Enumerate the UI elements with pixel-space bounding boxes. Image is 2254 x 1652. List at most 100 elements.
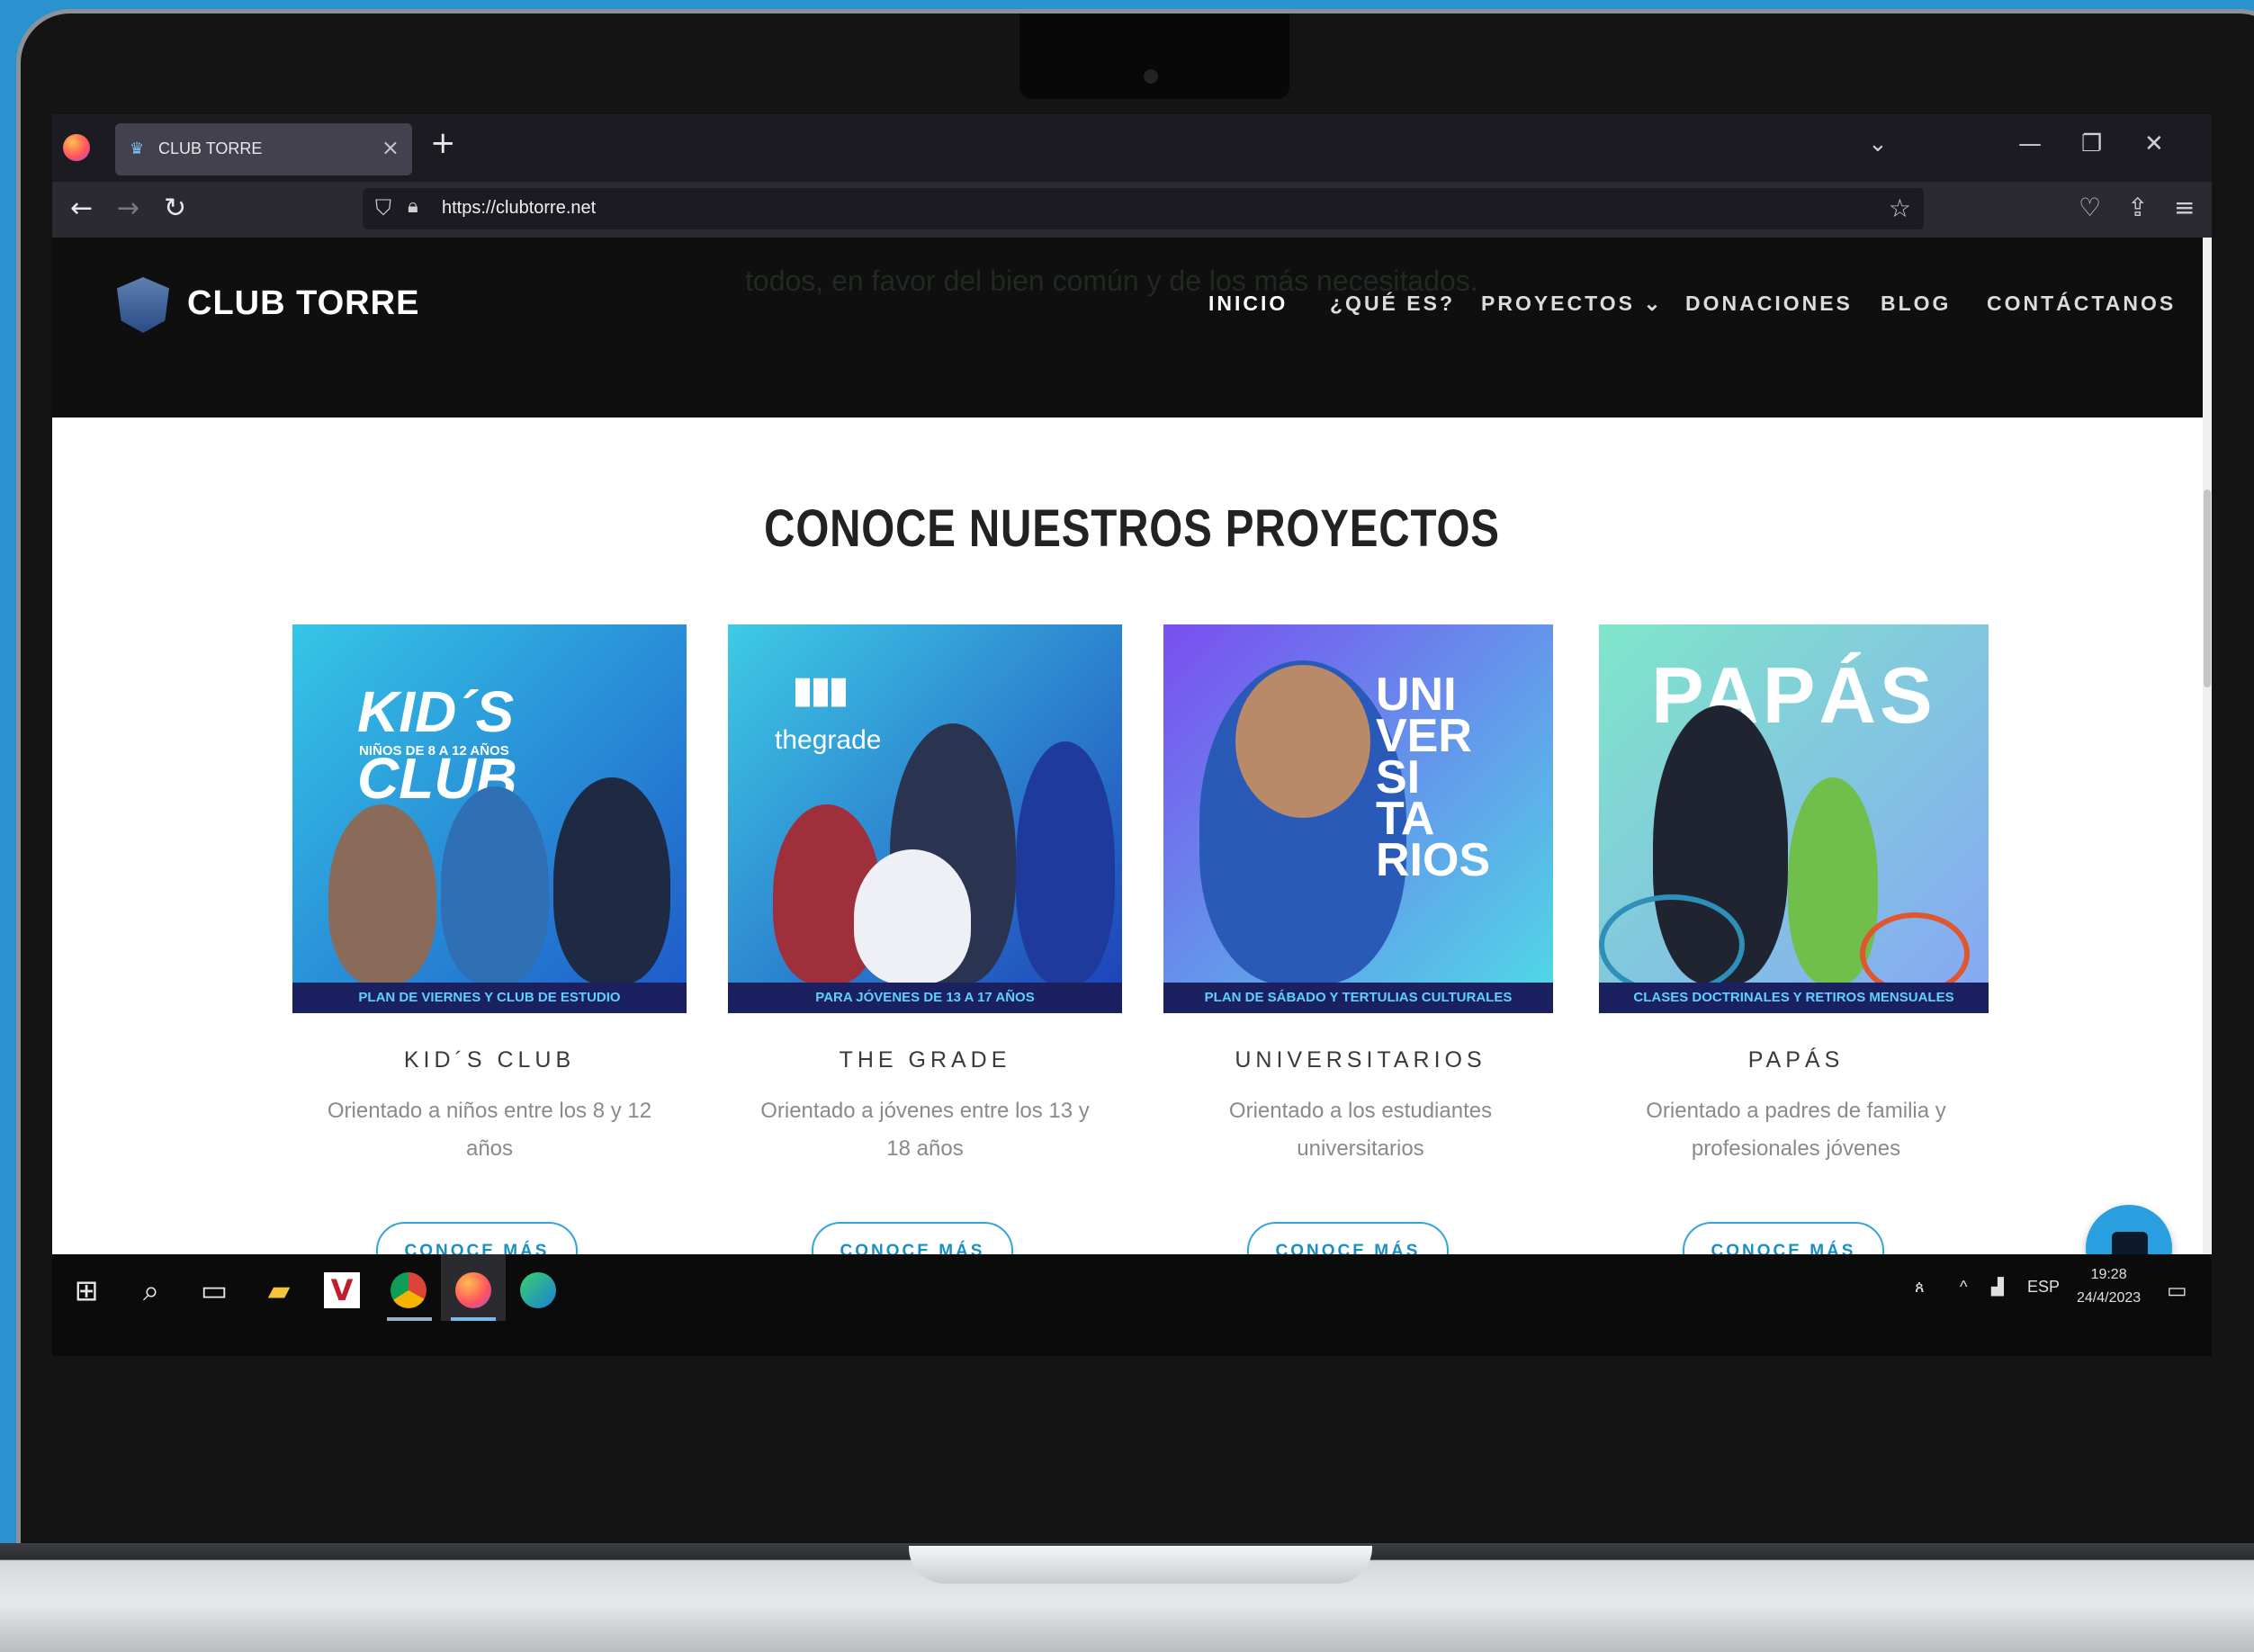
universitarios-name: UNIVERSITARIOS: [1235, 1047, 1486, 1073]
section-title: CONOCE NUESTROS PROYECTOS: [764, 499, 1500, 558]
child-figure: [441, 786, 549, 984]
clock-time: 19:28: [2090, 1267, 2127, 1282]
camera-icon: [1144, 69, 1158, 84]
kids-club-description-line1: Orientado a niños entre los 8 y 12: [327, 1099, 652, 1123]
child-figure: [553, 777, 670, 984]
universitarios-description-line1: Orientado a los estudiantes: [1228, 1099, 1493, 1123]
camera-notch: [1019, 13, 1289, 99]
kids-club-conoce-mas-button[interactable]: CONOCE MÁS: [376, 1222, 578, 1254]
restore-button[interactable]: ❐: [2081, 130, 2102, 157]
notifications-icon[interactable]: ▭: [2167, 1278, 2187, 1304]
papas-description-line2: profesionales jóvenes: [1691, 1136, 1901, 1161]
firefox-running-indicator: [451, 1317, 496, 1321]
task-view-icon[interactable]: ▭: [196, 1272, 232, 1308]
title-line: RIOS: [1376, 834, 1491, 886]
the-grade-band: PARA JÓVENES DE 13 A 17 AÑOS: [728, 983, 1122, 1013]
file-explorer-icon[interactable]: ▰: [261, 1272, 297, 1308]
the-grade-name: THE GRADE: [839, 1047, 1011, 1073]
universitarios-description: Orientado a los estudiantes universitari…: [1163, 1092, 1558, 1168]
webpage: CLUB TORRE todos, en favor del bien comú…: [52, 238, 2212, 1254]
menu-item-inicio[interactable]: INICIO: [1208, 292, 1288, 316]
universitarios-image[interactable]: UNI VER SI TA RIOS PLAN DE SÁBADO Y TERT…: [1163, 624, 1553, 1013]
the-grade-description-line1: Orientado a jóvenes entre los 13 y: [760, 1099, 1090, 1123]
windows-start-icon[interactable]: ⊞: [68, 1272, 104, 1308]
url-text[interactable]: https://clubtorre.net: [442, 198, 596, 219]
child-figure: [328, 804, 436, 984]
menu-item-contactanos[interactable]: CONTÁCTANOS: [1987, 292, 2176, 316]
papas-name: PAPÁS: [1747, 1047, 1845, 1073]
menu-item-donaciones[interactable]: DONACIONES: [1685, 292, 1853, 316]
kids-club-description-line2: años: [465, 1136, 514, 1161]
site-header: CLUB TORRE todos, en favor del bien comú…: [52, 238, 2212, 417]
chrome-running-indicator: [387, 1317, 432, 1321]
papas-description-line1: Orientado a padres de familia y: [1646, 1099, 1946, 1123]
favicon-icon: ♛: [130, 139, 145, 158]
club-torre-logo-icon[interactable]: [117, 277, 169, 333]
bookmark-star-icon[interactable]: ☆: [1889, 193, 1911, 223]
screen: ♛ CLUB TORRE × + ⌄ — ❐ ✕ ← → ↻ ⛉ 🔒︎ http…: [52, 114, 2212, 1356]
close-window-button[interactable]: ✕: [2144, 130, 2164, 157]
menu-icon[interactable]: ≡: [2174, 193, 2195, 222]
edge-icon[interactable]: [520, 1272, 556, 1308]
browser-tab-bar: ♛ CLUB TORRE × + ⌄ — ❐ ✕: [52, 114, 2212, 182]
firefox-taskbar-icon[interactable]: [455, 1272, 491, 1308]
universitarios-conoce-mas-button[interactable]: CONOCE MÁS: [1247, 1222, 1449, 1254]
laptop-hinge: [909, 1546, 1372, 1584]
network-icon[interactable]: ▟: [1991, 1278, 2004, 1297]
browser-nav-bar: ← → ↻ ⛉ 🔒︎ https://clubtorre.net ☆ ♡ ⇪ ≡: [52, 182, 2212, 238]
chrome-icon[interactable]: [391, 1272, 427, 1308]
back-arrow-icon[interactable]: ←: [70, 193, 93, 224]
menu-item-que-es[interactable]: ¿QUÉ ES?: [1330, 292, 1455, 316]
kids-club-description: Orientado a niños entre los 8 y 12 años: [292, 1092, 687, 1168]
pocket-icon[interactable]: ♡: [2079, 193, 2101, 222]
kids-club-image-subtitle: NIÑOS DE 8 A 12 AÑOS: [359, 743, 509, 759]
menu-item-proyectos[interactable]: PROYECTOS ⌄: [1481, 292, 1664, 316]
site-logo-text[interactable]: CLUB TORRE: [187, 284, 419, 323]
people-icon[interactable]: ጰ: [1915, 1278, 1925, 1297]
new-tab-button[interactable]: +: [430, 125, 456, 161]
app-v-icon[interactable]: V: [324, 1272, 360, 1308]
firefox-icon[interactable]: [63, 134, 90, 161]
search-icon[interactable]: ⌕: [133, 1272, 169, 1308]
kids-club-name: KID´S CLUB: [403, 1047, 576, 1073]
language-indicator[interactable]: ESP: [2027, 1278, 2060, 1297]
student-face: [1235, 665, 1370, 818]
universitarios-image-title: UNI VER SI TA RIOS: [1376, 671, 1491, 886]
menu-item-blog[interactable]: BLOG: [1881, 292, 1951, 316]
clock[interactable]: 19:28 24/4/2023: [2077, 1263, 2141, 1310]
youth-figure: [1016, 741, 1115, 984]
the-grade-description: Orientado a jóvenes entre los 13 y 18 añ…: [728, 1092, 1122, 1168]
the-grade-conoce-mas-button[interactable]: CONOCE MÁS: [812, 1222, 1013, 1254]
scrollbar-thumb[interactable]: [2204, 489, 2211, 687]
lock-icon[interactable]: 🔒︎: [408, 195, 418, 218]
papas-image[interactable]: PAPÁS CLASES DOCTRINALES Y RETIROS MENSU…: [1599, 624, 1989, 1013]
list-all-tabs-icon[interactable]: ⌄: [1868, 130, 1888, 157]
close-tab-icon[interactable]: ×: [382, 135, 400, 160]
bicycle-wheel-icon: [1599, 894, 1745, 995]
url-bar[interactable]: ⛉ 🔒︎ https://clubtorre.net ☆: [363, 188, 1924, 229]
universitarios-description-line2: universitarios: [1297, 1136, 1424, 1161]
browser-tab[interactable]: ♛ CLUB TORRE ×: [115, 123, 412, 175]
the-grade-description-line2: 18 años: [886, 1136, 964, 1161]
kids-club-band: PLAN DE VIERNES Y CLUB DE ESTUDIO: [292, 983, 687, 1013]
minimize-button[interactable]: —: [2018, 130, 2042, 157]
youth-figure: [854, 849, 971, 984]
kids-club-image[interactable]: KID´S CLUB NIÑOS DE 8 A 12 AÑOS PLAN DE …: [292, 624, 687, 1013]
chevron-up-icon[interactable]: ^: [1960, 1278, 1967, 1297]
universitarios-band: PLAN DE SÁBADO Y TERTULIAS CULTURALES: [1163, 983, 1553, 1013]
page-scrollbar[interactable]: [2203, 238, 2212, 1254]
chat-bubble-icon: [2112, 1232, 2148, 1254]
papas-description: Orientado a padres de familia y profesio…: [1599, 1092, 1993, 1168]
chat-button[interactable]: [2086, 1205, 2172, 1254]
shield-icon[interactable]: ⛉: [375, 195, 391, 220]
the-grade-logo-icon: ▮▮▮: [793, 670, 849, 710]
extensions-icon[interactable]: ⇪: [2127, 193, 2148, 222]
reload-icon[interactable]: ↻: [164, 193, 186, 224]
papas-band: CLASES DOCTRINALES Y RETIROS MENSUALES: [1599, 983, 1989, 1013]
clock-date: 24/4/2023: [2077, 1290, 2142, 1306]
the-grade-image-title: thegrade: [775, 725, 882, 755]
forward-arrow-icon[interactable]: →: [117, 193, 139, 224]
tab-title: CLUB TORRE: [158, 139, 263, 157]
papas-conoce-mas-button[interactable]: CONOCE MÁS: [1683, 1222, 1884, 1254]
the-grade-image[interactable]: ▮▮▮ thegrade PARA JÓVENES DE 13 A 17 AÑO…: [728, 624, 1122, 1013]
